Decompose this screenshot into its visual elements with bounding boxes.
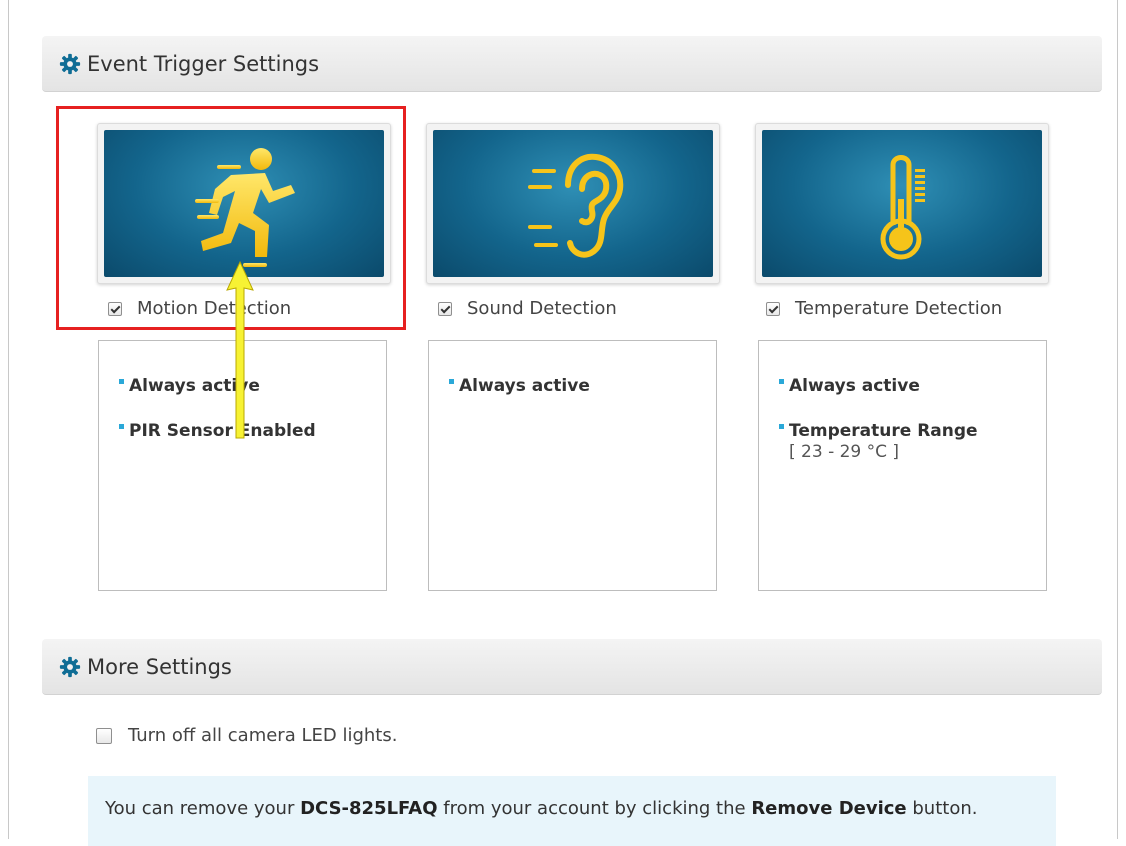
sound-detection-option[interactable]: Sound Detection (438, 298, 617, 319)
motion-detection-tile[interactable] (97, 123, 391, 284)
page-left-border (8, 0, 9, 839)
sound-detail-text: Always active (459, 376, 590, 396)
bullet (119, 424, 124, 429)
temperature-detail-text: Temperature Range (789, 421, 978, 441)
list-item: Always active (449, 375, 590, 397)
more-settings-title: More Settings (87, 654, 232, 679)
motion-tile-background (104, 130, 384, 277)
sound-detection-details: Always active (428, 340, 717, 591)
motion-detail-text: PIR Sensor Enabled (129, 421, 316, 441)
sound-detection-checkbox[interactable] (438, 301, 452, 316)
bullet (119, 379, 124, 384)
temperature-tile-background (762, 130, 1042, 277)
temperature-detection-tile[interactable] (755, 123, 1049, 284)
bullet (779, 424, 784, 429)
running-person-icon (195, 147, 295, 267)
list-item: PIR Sensor Enabled (119, 420, 316, 442)
device-model: DCS-825LFAQ (300, 798, 438, 819)
motion-detection-option[interactable]: Motion Detection (108, 298, 291, 319)
page-right-border (1117, 0, 1118, 839)
temperature-range-value: [ 23 - 29 °C ] (789, 442, 900, 462)
led-lights-label: Turn off all camera LED lights. (128, 725, 398, 746)
temperature-detail-text: Always active (789, 376, 920, 396)
temperature-detection-label: Temperature Detection (795, 298, 1003, 319)
motion-detail-text: Always active (129, 376, 260, 396)
led-lights-option[interactable]: Turn off all camera LED lights. (96, 725, 397, 746)
list-item: Always active (779, 375, 920, 397)
motion-detection-details: Always active PIR Sensor Enabled (98, 340, 387, 591)
list-item: Always active (119, 375, 260, 397)
remove-device-notice: You can remove your DCS-825LFAQ from you… (88, 776, 1056, 846)
temperature-range-block: Temperature Range [ 23 - 29 °C ] (789, 420, 978, 462)
remove-device-text: You can remove your DCS-825LFAQ from you… (105, 796, 1025, 822)
temperature-detection-checkbox[interactable] (766, 301, 780, 316)
motion-detection-label: Motion Detection (137, 298, 292, 319)
sound-detection-tile[interactable] (426, 123, 720, 284)
sound-tile-background (433, 130, 713, 277)
bullet (449, 379, 454, 384)
event-trigger-header: Event Trigger Settings (42, 36, 1102, 92)
event-trigger-title: Event Trigger Settings (87, 51, 320, 76)
bullet (779, 379, 784, 384)
motion-detection-checkbox[interactable] (108, 301, 122, 316)
remove-device-reference: Remove Device (751, 798, 907, 819)
thermometer-icon (880, 154, 925, 259)
ear-icon (528, 153, 624, 258)
sound-detection-label: Sound Detection (467, 298, 617, 319)
notice-prefix: You can remove your (105, 798, 301, 819)
temperature-detection-option[interactable]: Temperature Detection (766, 298, 1002, 319)
gear-icon (59, 53, 81, 74)
more-settings-header: More Settings (42, 639, 1102, 695)
notice-suffix: button. (906, 798, 978, 819)
gear-icon (59, 656, 81, 677)
led-lights-checkbox[interactable] (96, 727, 112, 744)
temperature-detection-details: Always active Temperature Range [ 23 - 2… (758, 340, 1047, 591)
list-item: Temperature Range [ 23 - 29 °C ] (779, 420, 978, 462)
notice-middle: from your account by clicking the (437, 798, 752, 819)
